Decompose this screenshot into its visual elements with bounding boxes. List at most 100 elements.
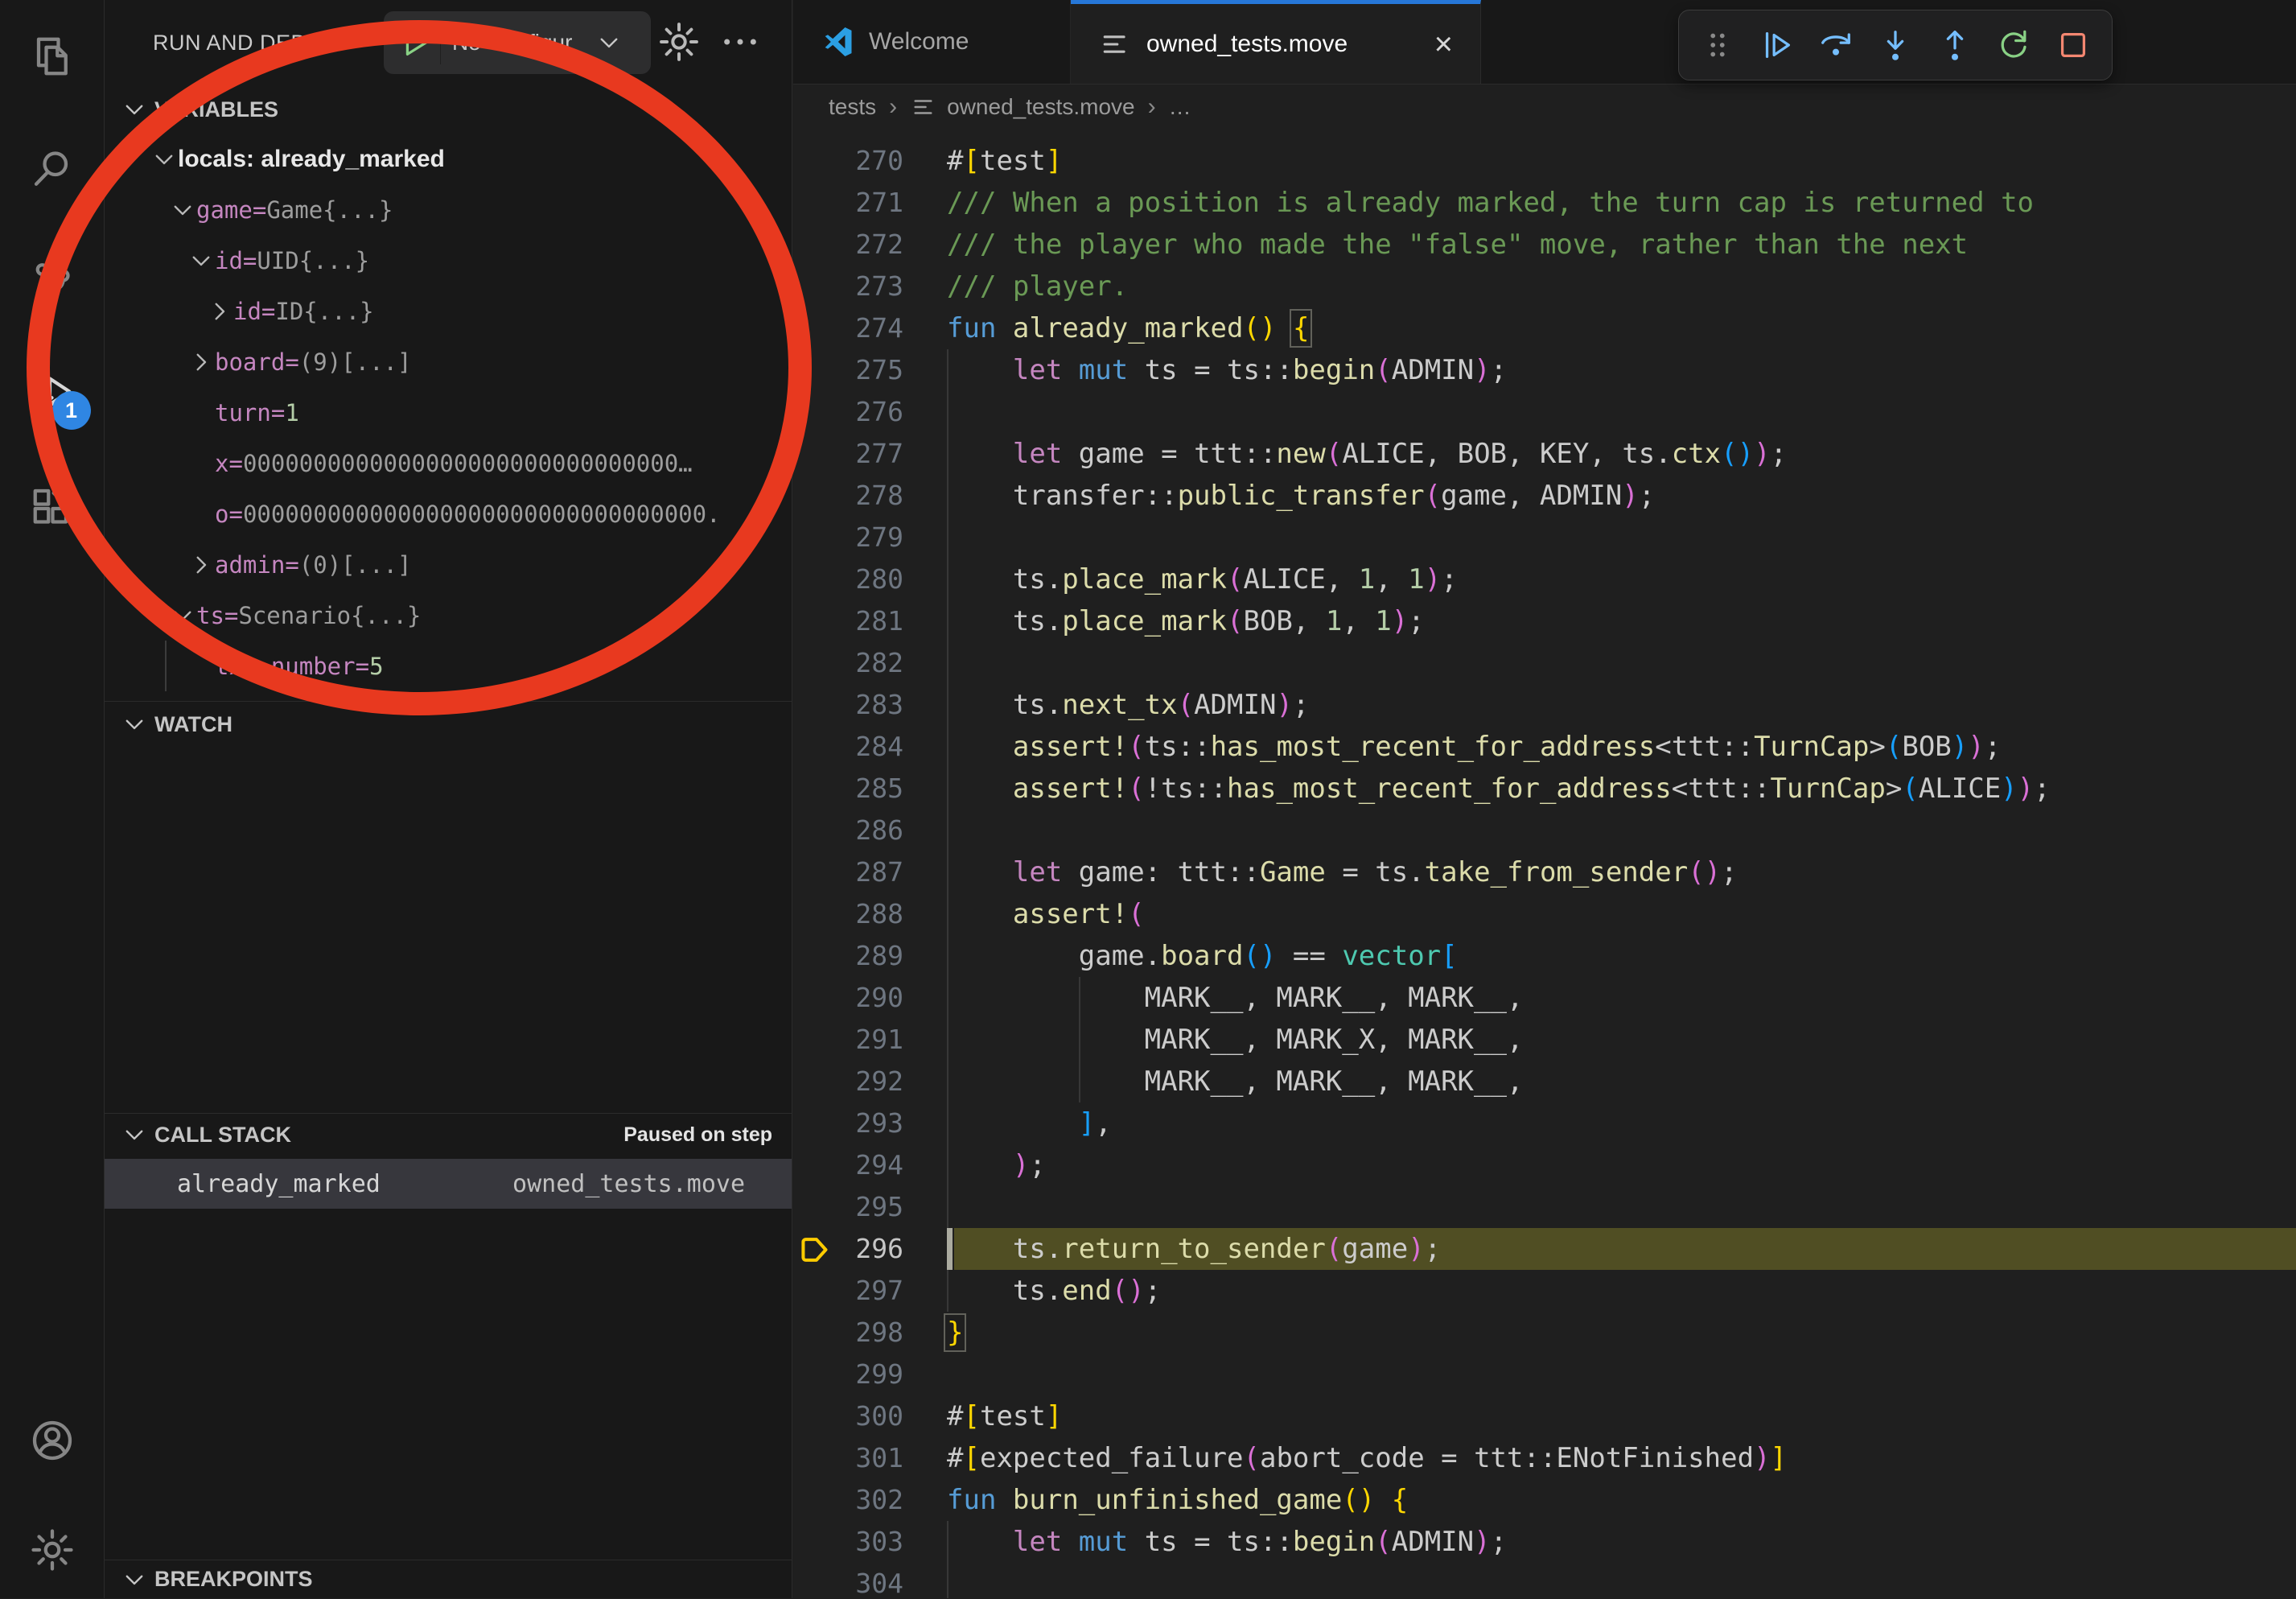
breadcrumb-item[interactable]: tests	[829, 94, 876, 120]
drag-handle-button[interactable]	[1697, 24, 1738, 66]
code-line-274[interactable]: 274fun already_marked() {	[793, 307, 2296, 349]
gutter-line-number[interactable]: 289	[793, 935, 903, 977]
activity-bar-item-explorer[interactable]	[25, 29, 80, 84]
chevron-right-icon[interactable]	[206, 298, 233, 325]
gutter-line-number[interactable]: 297	[793, 1270, 903, 1312]
tab-welcome[interactable]: Welcome	[793, 0, 1071, 84]
gutter-line-number[interactable]: 301	[793, 1437, 903, 1479]
call-stack-section-header[interactable]: CALL STACK Paused on step	[105, 1114, 792, 1156]
start-debugging-play-icon[interactable]	[397, 24, 434, 61]
breadcrumb[interactable]: tests›owned_tests.move›…	[793, 85, 2296, 129]
chevron-down-icon[interactable]	[150, 146, 178, 173]
variable-row-x[interactable]: x = 0000000000000000000000000000000…	[105, 438, 792, 488]
code-line-293[interactable]: 293 ],	[793, 1102, 2296, 1144]
activity-bar-item-run-and-debug[interactable]: 1	[25, 367, 80, 422]
code-line-282[interactable]: 282	[793, 642, 2296, 684]
gutter-line-number[interactable]: 272	[793, 224, 903, 266]
gutter-line-number[interactable]: 279	[793, 517, 903, 558]
chevron-right-icon[interactable]	[187, 551, 215, 579]
code-line-299[interactable]: 299	[793, 1354, 2296, 1395]
code-line-270[interactable]: 270#[test]	[793, 140, 2296, 182]
stop-button[interactable]	[2052, 24, 2094, 66]
chevron-down-icon[interactable]	[187, 247, 215, 274]
continue-button[interactable]	[1756, 24, 1798, 66]
gutter-line-number[interactable]: 293	[793, 1102, 903, 1144]
code-line-276[interactable]: 276	[793, 391, 2296, 433]
gutter-line-number[interactable]: 287	[793, 851, 903, 893]
gutter-line-number[interactable]: 278	[793, 475, 903, 517]
code-line-294[interactable]: 294 );	[793, 1144, 2296, 1186]
breadcrumb-item[interactable]: owned_tests.move	[947, 94, 1134, 120]
code-line-295[interactable]: 295	[793, 1186, 2296, 1228]
code-line-277[interactable]: 277 let game = ttt::new(ALICE, BOB, KEY,…	[793, 433, 2296, 475]
code-line-300[interactable]: 300#[test]	[793, 1395, 2296, 1437]
gutter-line-number[interactable]: 281	[793, 600, 903, 642]
chevron-down-icon[interactable]	[169, 196, 196, 224]
code-line-271[interactable]: 271/// When a position is already marked…	[793, 182, 2296, 224]
code-line-273[interactable]: 273/// player.	[793, 266, 2296, 307]
call-stack-frame-row[interactable]: already_marked owned_tests.move	[105, 1159, 792, 1209]
code-line-297[interactable]: 297 ts.end();	[793, 1270, 2296, 1312]
code-line-289[interactable]: 289 game.board() == vector[	[793, 935, 2296, 977]
gutter-line-number[interactable]: 290	[793, 977, 903, 1019]
gutter-line-number[interactable]: 277	[793, 433, 903, 475]
gutter-line-number[interactable]: 280	[793, 558, 903, 600]
code-line-304[interactable]: 304	[793, 1563, 2296, 1598]
close-icon[interactable]: ×	[1410, 28, 1453, 60]
activity-bar-item-extensions[interactable]	[25, 480, 80, 534]
gutter-line-number[interactable]: 285	[793, 768, 903, 810]
variable-row-board[interactable]: board = (9)[...]	[105, 336, 792, 387]
gutter-line-number[interactable]: 295	[793, 1186, 903, 1228]
code-line-284[interactable]: 284 assert!(ts::has_most_recent_for_addr…	[793, 726, 2296, 768]
variable-row-ts[interactable]: ts = Scenario{...}	[105, 590, 792, 641]
code-line-285[interactable]: 285 assert!(!ts::has_most_recent_for_add…	[793, 768, 2296, 810]
gutter-line-number[interactable]: 299	[793, 1354, 903, 1395]
gutter-line-number[interactable]: 294	[793, 1144, 903, 1186]
code-line-286[interactable]: 286	[793, 810, 2296, 851]
chevron-down-icon[interactable]	[169, 602, 196, 629]
gutter-line-number[interactable]: 274	[793, 307, 903, 349]
code-line-279[interactable]: 279	[793, 517, 2296, 558]
code-line-283[interactable]: 283 ts.next_tx(ADMIN);	[793, 684, 2296, 726]
activity-bar-item-search[interactable]	[25, 142, 80, 196]
variables-section-header[interactable]: VARIABLES	[105, 87, 792, 132]
variable-row-admin[interactable]: admin = (0)[...]	[105, 539, 792, 590]
gutter-line-number[interactable]: 291	[793, 1019, 903, 1061]
activity-bar-item-account[interactable]	[25, 1413, 80, 1468]
gutter-line-number[interactable]: 300	[793, 1395, 903, 1437]
gutter-line-number[interactable]: 298	[793, 1312, 903, 1354]
more-actions-icon[interactable]	[718, 19, 763, 64]
code-line-303[interactable]: 303 let mut ts = ts::begin(ADMIN);	[793, 1521, 2296, 1563]
restart-button[interactable]	[1993, 24, 2035, 66]
variable-row-id[interactable]: id = ID{...}	[105, 286, 792, 336]
gutter-line-number[interactable]: 284	[793, 726, 903, 768]
code-line-287[interactable]: 287 let game: ttt::Game = ts.take_from_s…	[793, 851, 2296, 893]
code-line-288[interactable]: 288 assert!(	[793, 893, 2296, 935]
tab-owned-tests[interactable]: owned_tests.move×	[1071, 0, 1481, 84]
code-line-290[interactable]: 290 MARK__, MARK__, MARK__,	[793, 977, 2296, 1019]
gutter-line-number[interactable]: 270	[793, 140, 903, 182]
watch-section-header[interactable]: WATCH	[105, 702, 792, 747]
gutter-line-number[interactable]: 303	[793, 1521, 903, 1563]
activity-bar-item-settings[interactable]	[25, 1523, 80, 1577]
gutter-line-number[interactable]: 286	[793, 810, 903, 851]
step-over-button[interactable]	[1815, 24, 1857, 66]
code-line-278[interactable]: 278 transfer::public_transfer(game, ADMI…	[793, 475, 2296, 517]
gutter-line-number[interactable]: 304	[793, 1563, 903, 1598]
code-line-302[interactable]: 302fun burn_unfinished_game() {	[793, 1479, 2296, 1521]
gutter-line-number[interactable]: 292	[793, 1061, 903, 1102]
variable-row-turn[interactable]: turn = 1	[105, 387, 792, 438]
gutter-line-number[interactable]: 276	[793, 391, 903, 433]
code-line-296[interactable]: 296 ts.return_to_sender(game);	[793, 1228, 2296, 1270]
code-editor[interactable]: 270#[test]271/// When a position is alre…	[793, 129, 2296, 1598]
gutter-line-number[interactable]: 282	[793, 642, 903, 684]
chevron-right-icon[interactable]	[187, 348, 215, 376]
variable-row-txn_number[interactable]: txn_number = 5	[105, 641, 792, 691]
code-line-281[interactable]: 281 ts.place_mark(BOB, 1, 1);	[793, 600, 2296, 642]
variable-row-game[interactable]: game = Game{...}	[105, 184, 792, 235]
breakpoints-section-header[interactable]: BREAKPOINTS	[105, 1560, 792, 1598]
code-line-275[interactable]: 275 let mut ts = ts::begin(ADMIN);	[793, 349, 2296, 391]
variable-row-id[interactable]: id = UID{...}	[105, 235, 792, 286]
launch-configuration-dropdown[interactable]: No Configur	[384, 11, 651, 74]
variables-scope-row[interactable]: locals: already_marked	[105, 134, 792, 184]
